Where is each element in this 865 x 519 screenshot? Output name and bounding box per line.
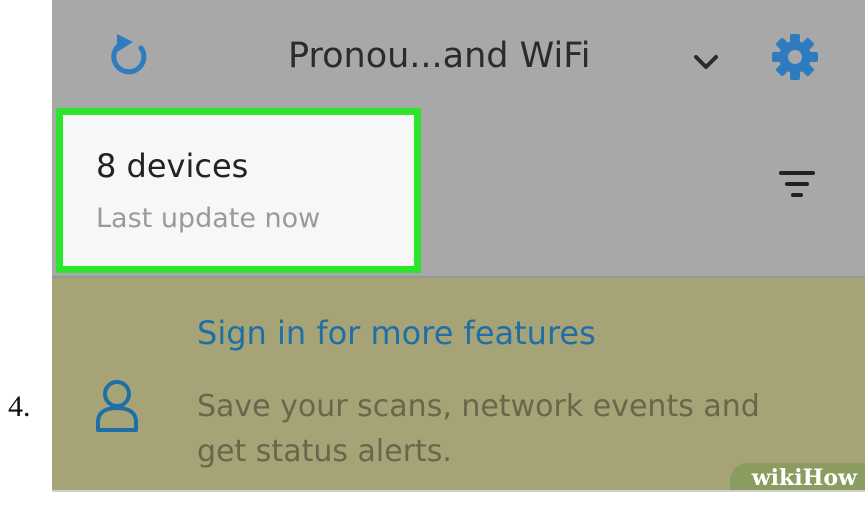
top-bar: Pronou...and WiFi xyxy=(52,0,865,105)
last-update-status: Last update now xyxy=(96,203,321,234)
device-count: 8 devices xyxy=(96,147,249,185)
filter-icon[interactable] xyxy=(779,168,815,200)
bottom-divider xyxy=(52,490,865,492)
network-name-dropdown[interactable]: Pronou...and WiFi xyxy=(288,36,591,76)
user-icon xyxy=(96,380,138,432)
wikihow-watermark: wikiHow xyxy=(729,463,865,490)
gear-icon[interactable] xyxy=(770,32,820,82)
network-name: Pronou...and WiFi xyxy=(288,36,591,76)
refresh-icon[interactable] xyxy=(107,30,151,80)
chevron-down-icon[interactable] xyxy=(692,52,720,72)
sign-in-link[interactable]: Sign in for more features xyxy=(197,314,596,352)
banner-description: Save your scans, network events and get … xyxy=(197,389,760,469)
devices-summary-card[interactable]: 8 devices Last update now xyxy=(56,108,421,273)
app-screen: Pronou...and WiFi 8 devices Last update … xyxy=(52,0,865,490)
sign-in-banner[interactable]: Sign in for more features Save your scan… xyxy=(52,278,865,490)
step-number: 4. xyxy=(8,390,31,423)
